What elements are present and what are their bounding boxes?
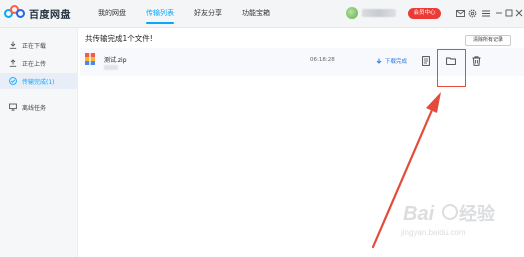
username-blurred[interactable]: [362, 9, 396, 17]
app-logo: 百度网盘: [4, 5, 71, 21]
baidu-jingyan-watermark: Bai 经验 jingyan.baidu.com: [395, 196, 520, 246]
document-icon[interactable]: [420, 55, 432, 67]
sidebar-item-label: 正在上传: [22, 60, 47, 68]
app-name: 百度网盘: [29, 9, 71, 21]
status-badge: 下载完成: [376, 57, 407, 65]
sidebar-item-label: 正在下载: [22, 42, 47, 50]
tab-my-disk[interactable]: 我的网盘: [88, 0, 136, 28]
sidebar-item-completed[interactable]: 传输完成(1): [0, 73, 77, 89]
file-time: 06:18:28: [310, 57, 335, 63]
svg-text:经验: 经验: [459, 203, 496, 224]
tab-friend-share[interactable]: 好友分享: [184, 0, 232, 28]
delete-icon[interactable]: [470, 55, 482, 67]
monitor-icon: [8, 103, 17, 112]
download-done-icon: [376, 58, 382, 64]
cloud-logo-icon: [4, 5, 26, 21]
vip-center-button[interactable]: 会员中心: [408, 8, 441, 19]
avatar[interactable]: [346, 7, 358, 19]
top-bar: 百度网盘 我的网盘 传输列表 好友分享 功能宝箱 会员中心: [0, 0, 524, 28]
clear-all-records-button[interactable]: 清除所有记录: [465, 35, 511, 46]
upload-icon: [8, 59, 17, 68]
watermark-url: jingyan.baidu.com: [401, 228, 466, 237]
sidebar-item-uploading[interactable]: 正在上传: [0, 55, 77, 71]
tab-toolbox[interactable]: 功能宝箱: [232, 0, 280, 28]
menu-icon[interactable]: [480, 7, 492, 19]
close-icon[interactable]: [513, 7, 524, 19]
mail-icon[interactable]: [454, 7, 466, 19]
tab-transfer-list[interactable]: 传输列表: [136, 0, 184, 28]
sidebar-item-label: 离线任务: [22, 104, 47, 112]
status-label: 下载完成: [385, 59, 408, 65]
download-icon: [8, 41, 17, 50]
gear-icon[interactable]: [466, 7, 478, 19]
sidebar-item-downloading[interactable]: 正在下载: [0, 37, 77, 53]
sidebar-item-offline-tasks[interactable]: 离线任务: [0, 99, 77, 115]
zip-file-icon: [85, 53, 95, 65]
main-nav: 我的网盘 传输列表 好友分享 功能宝箱: [88, 0, 280, 28]
file-size-blurred: [104, 65, 118, 70]
file-name[interactable]: 测试.zip: [104, 55, 127, 64]
transfer-summary-heading: 共传输完成1个文件!: [85, 34, 153, 43]
folder-highlight-box: [437, 49, 466, 87]
check-circle-icon: [8, 77, 17, 86]
svg-text:Bai: Bai: [403, 203, 435, 225]
sidebar-item-label: 传输完成(1): [22, 78, 55, 86]
sidebar: 正在下载 正在上传 传输完成(1) 离线任务: [0, 28, 78, 257]
